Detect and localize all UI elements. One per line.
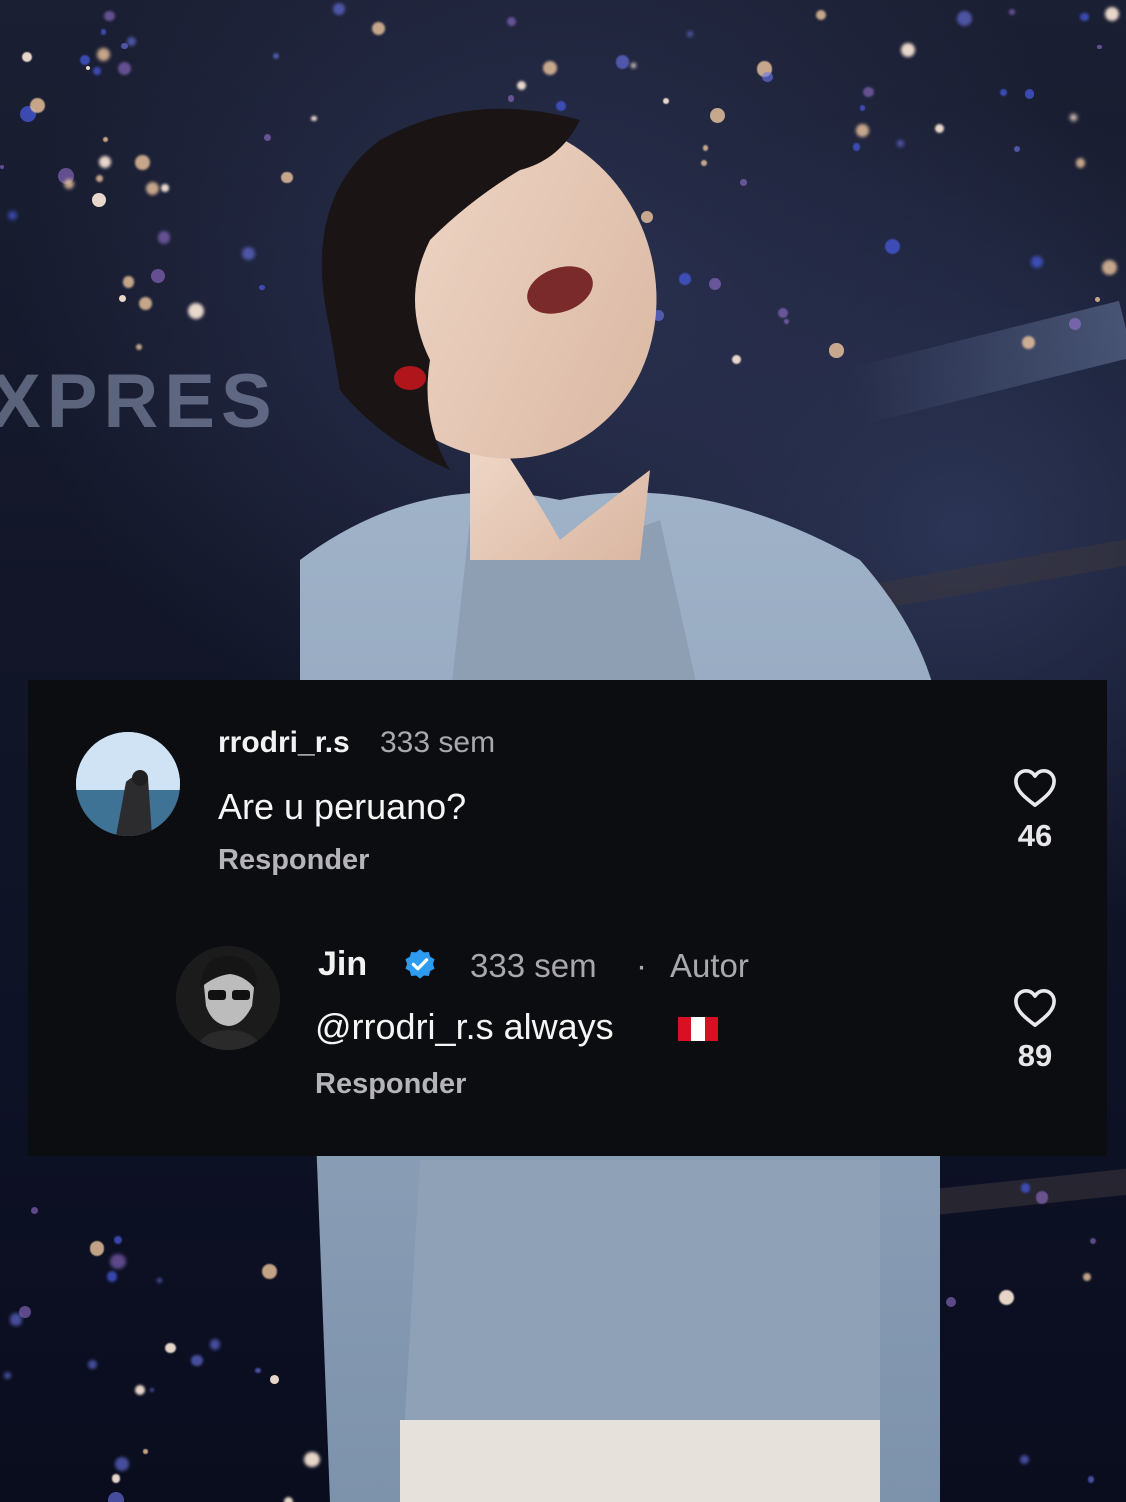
comment-timestamp: 333 sem <box>380 726 496 759</box>
comment-username[interactable]: Jin <box>318 945 367 984</box>
like-count: 89 <box>1017 1038 1053 1073</box>
meta-separator: · <box>636 947 647 984</box>
comment-username[interactable]: rrodri_r.s <box>218 726 350 760</box>
peru-flag-icon <box>678 1017 718 1041</box>
reply-button[interactable]: Responder <box>218 844 369 877</box>
verified-badge-icon <box>405 949 435 979</box>
comment-text: @rrodri_r.s always <box>315 1006 614 1047</box>
user-avatar-portrait-icon[interactable] <box>176 946 280 1050</box>
heart-icon <box>1014 768 1056 807</box>
comment-timestamp: 333 sem <box>470 947 597 984</box>
reply-button[interactable]: Responder <box>315 1068 466 1101</box>
comment-text: Are u peruano? <box>218 786 467 827</box>
user-avatar-beach-icon[interactable] <box>76 732 180 836</box>
like-button[interactable]: 89 <box>1005 986 1065 1074</box>
comment-panel: rrodri_r.s 333 sem Are u peruano? Respon… <box>28 680 1107 1156</box>
heart-icon <box>1014 988 1056 1027</box>
author-badge: Autor <box>670 947 749 984</box>
like-count: 46 <box>1017 818 1053 853</box>
like-button[interactable]: 46 <box>1005 766 1065 854</box>
